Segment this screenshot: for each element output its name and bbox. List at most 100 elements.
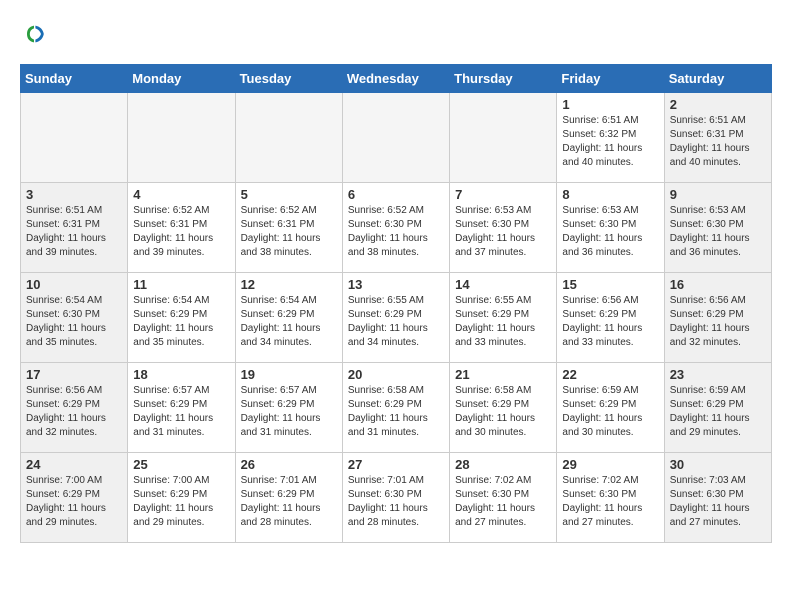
calendar-cell: 18 Sunrise: 6:57 AM Sunset: 6:29 PM Dayli… bbox=[128, 363, 235, 453]
day-info: Sunrise: 6:52 AM Sunset: 6:30 PM Dayligh… bbox=[348, 204, 444, 260]
calendar-cell: 29 Sunrise: 7:02 AM Sunset: 6:30 PM Dayli… bbox=[557, 453, 664, 543]
day-info: Sunrise: 6:53 AM Sunset: 6:30 PM Dayligh… bbox=[670, 204, 766, 260]
day-info: Sunrise: 6:51 AM Sunset: 6:32 PM Dayligh… bbox=[562, 114, 658, 170]
calendar-cell: 22 Sunrise: 6:59 AM Sunset: 6:29 PM Dayli… bbox=[557, 363, 664, 453]
calendar-cell: 15 Sunrise: 6:56 AM Sunset: 6:29 PM Dayli… bbox=[557, 273, 664, 363]
day-number: 15 bbox=[562, 277, 658, 292]
calendar-cell: 30 Sunrise: 7:03 AM Sunset: 6:30 PM Dayli… bbox=[664, 453, 771, 543]
day-info: Sunrise: 6:51 AM Sunset: 6:31 PM Dayligh… bbox=[670, 114, 766, 170]
weekday-header: Friday bbox=[557, 65, 664, 93]
day-info: Sunrise: 7:01 AM Sunset: 6:30 PM Dayligh… bbox=[348, 474, 444, 530]
day-info: Sunrise: 6:57 AM Sunset: 6:29 PM Dayligh… bbox=[133, 384, 229, 440]
calendar-cell bbox=[235, 93, 342, 183]
day-info: Sunrise: 6:56 AM Sunset: 6:29 PM Dayligh… bbox=[26, 384, 122, 440]
day-number: 16 bbox=[670, 277, 766, 292]
calendar-cell: 28Sunrise: 7:02 AM Sunset: 6:30 PM Dayli… bbox=[450, 453, 557, 543]
calendar-cell: 17 Sunrise: 6:56 AM Sunset: 6:29 PM Dayli… bbox=[21, 363, 128, 453]
calendar-cell bbox=[128, 93, 235, 183]
calendar-cell bbox=[342, 93, 449, 183]
day-info: Sunrise: 6:58 AM Sunset: 6:29 PM Dayligh… bbox=[348, 384, 444, 440]
day-info: Sunrise: 6:59 AM Sunset: 6:29 PM Dayligh… bbox=[670, 384, 766, 440]
day-number: 9 bbox=[670, 187, 766, 202]
calendar-cell: 7 Sunrise: 6:53 AM Sunset: 6:30 PM Daylig… bbox=[450, 183, 557, 273]
day-info: Sunrise: 7:02 AM Sunset: 6:30 PM Dayligh… bbox=[455, 474, 551, 530]
day-number: 7 bbox=[455, 187, 551, 202]
calendar-cell: 25 Sunrise: 7:00 AM Sunset: 6:29 PM Dayli… bbox=[128, 453, 235, 543]
day-info: Sunrise: 7:03 AM Sunset: 6:30 PM Dayligh… bbox=[670, 474, 766, 530]
calendar-table: SundayMondayTuesdayWednesdayThursdayFrid… bbox=[20, 64, 772, 543]
day-number: 1 bbox=[562, 97, 658, 112]
day-number: 10 bbox=[26, 277, 122, 292]
calendar-cell: 9 Sunrise: 6:53 AM Sunset: 6:30 PM Daylig… bbox=[664, 183, 771, 273]
calendar-week-row: 24 Sunrise: 7:00 AM Sunset: 6:29 PM Dayli… bbox=[21, 453, 772, 543]
calendar-cell: 20 Sunrise: 6:58 AM Sunset: 6:29 PM Dayli… bbox=[342, 363, 449, 453]
day-number: 14 bbox=[455, 277, 551, 292]
day-number: 11 bbox=[133, 277, 229, 292]
day-info: Sunrise: 6:54 AM Sunset: 6:30 PM Dayligh… bbox=[26, 294, 122, 350]
day-number: 13 bbox=[348, 277, 444, 292]
day-info: Sunrise: 6:53 AM Sunset: 6:30 PM Dayligh… bbox=[562, 204, 658, 260]
day-info: Sunrise: 7:01 AM Sunset: 6:29 PM Dayligh… bbox=[241, 474, 337, 530]
day-number: 3 bbox=[26, 187, 122, 202]
calendar-cell: 16Sunrise: 6:56 AM Sunset: 6:29 PM Dayli… bbox=[664, 273, 771, 363]
day-number: 27 bbox=[348, 457, 444, 472]
day-info: Sunrise: 6:59 AM Sunset: 6:29 PM Dayligh… bbox=[562, 384, 658, 440]
calendar-cell: 1 Sunrise: 6:51 AM Sunset: 6:32 PM Daylig… bbox=[557, 93, 664, 183]
day-number: 23 bbox=[670, 367, 766, 382]
day-info: Sunrise: 6:54 AM Sunset: 6:29 PM Dayligh… bbox=[133, 294, 229, 350]
day-info: Sunrise: 6:57 AM Sunset: 6:29 PM Dayligh… bbox=[241, 384, 337, 440]
calendar-cell: 24 Sunrise: 7:00 AM Sunset: 6:29 PM Dayli… bbox=[21, 453, 128, 543]
day-number: 29 bbox=[562, 457, 658, 472]
day-info: Sunrise: 6:52 AM Sunset: 6:31 PM Dayligh… bbox=[241, 204, 337, 260]
day-number: 20 bbox=[348, 367, 444, 382]
weekday-header: Monday bbox=[128, 65, 235, 93]
day-number: 18 bbox=[133, 367, 229, 382]
calendar-cell: 14 Sunrise: 6:55 AM Sunset: 6:29 PM Dayli… bbox=[450, 273, 557, 363]
day-number: 2 bbox=[670, 97, 766, 112]
day-number: 17 bbox=[26, 367, 122, 382]
calendar-week-row: 1 Sunrise: 6:51 AM Sunset: 6:32 PM Daylig… bbox=[21, 93, 772, 183]
day-number: 4 bbox=[133, 187, 229, 202]
page-header bbox=[20, 20, 772, 48]
weekday-header: Sunday bbox=[21, 65, 128, 93]
calendar-cell: 3Sunrise: 6:51 AM Sunset: 6:31 PM Daylig… bbox=[21, 183, 128, 273]
calendar-cell: 12Sunrise: 6:54 AM Sunset: 6:29 PM Dayli… bbox=[235, 273, 342, 363]
calendar-week-row: 17 Sunrise: 6:56 AM Sunset: 6:29 PM Dayli… bbox=[21, 363, 772, 453]
day-info: Sunrise: 7:00 AM Sunset: 6:29 PM Dayligh… bbox=[26, 474, 122, 530]
day-number: 8 bbox=[562, 187, 658, 202]
day-number: 21 bbox=[455, 367, 551, 382]
day-info: Sunrise: 7:00 AM Sunset: 6:29 PM Dayligh… bbox=[133, 474, 229, 530]
day-info: Sunrise: 6:53 AM Sunset: 6:30 PM Dayligh… bbox=[455, 204, 551, 260]
day-info: Sunrise: 7:02 AM Sunset: 6:30 PM Dayligh… bbox=[562, 474, 658, 530]
day-number: 24 bbox=[26, 457, 122, 472]
day-number: 6 bbox=[348, 187, 444, 202]
calendar-cell: 6 Sunrise: 6:52 AM Sunset: 6:30 PM Daylig… bbox=[342, 183, 449, 273]
calendar-cell: 4 Sunrise: 6:52 AM Sunset: 6:31 PM Daylig… bbox=[128, 183, 235, 273]
day-number: 19 bbox=[241, 367, 337, 382]
calendar-cell: 5 Sunrise: 6:52 AM Sunset: 6:31 PM Daylig… bbox=[235, 183, 342, 273]
weekday-header: Thursday bbox=[450, 65, 557, 93]
day-number: 26 bbox=[241, 457, 337, 472]
calendar-cell: 8 Sunrise: 6:53 AM Sunset: 6:30 PM Daylig… bbox=[557, 183, 664, 273]
day-number: 25 bbox=[133, 457, 229, 472]
calendar-cell: 26 Sunrise: 7:01 AM Sunset: 6:29 PM Dayli… bbox=[235, 453, 342, 543]
calendar-week-row: 3Sunrise: 6:51 AM Sunset: 6:31 PM Daylig… bbox=[21, 183, 772, 273]
weekday-header: Tuesday bbox=[235, 65, 342, 93]
calendar-cell bbox=[21, 93, 128, 183]
weekday-header: Saturday bbox=[664, 65, 771, 93]
day-info: Sunrise: 6:55 AM Sunset: 6:29 PM Dayligh… bbox=[455, 294, 551, 350]
calendar-cell bbox=[450, 93, 557, 183]
day-number: 22 bbox=[562, 367, 658, 382]
calendar-header-row: SundayMondayTuesdayWednesdayThursdayFrid… bbox=[21, 65, 772, 93]
weekday-header: Wednesday bbox=[342, 65, 449, 93]
day-info: Sunrise: 6:55 AM Sunset: 6:29 PM Dayligh… bbox=[348, 294, 444, 350]
calendar-cell: 19 Sunrise: 6:57 AM Sunset: 6:29 PM Dayli… bbox=[235, 363, 342, 453]
calendar-cell: 23 Sunrise: 6:59 AM Sunset: 6:29 PM Dayli… bbox=[664, 363, 771, 453]
calendar-week-row: 10 Sunrise: 6:54 AM Sunset: 6:30 PM Dayli… bbox=[21, 273, 772, 363]
logo bbox=[20, 20, 52, 48]
day-info: Sunrise: 6:54 AM Sunset: 6:29 PM Dayligh… bbox=[241, 294, 337, 350]
day-info: Sunrise: 6:56 AM Sunset: 6:29 PM Dayligh… bbox=[562, 294, 658, 350]
day-number: 30 bbox=[670, 457, 766, 472]
day-number: 5 bbox=[241, 187, 337, 202]
day-info: Sunrise: 6:52 AM Sunset: 6:31 PM Dayligh… bbox=[133, 204, 229, 260]
